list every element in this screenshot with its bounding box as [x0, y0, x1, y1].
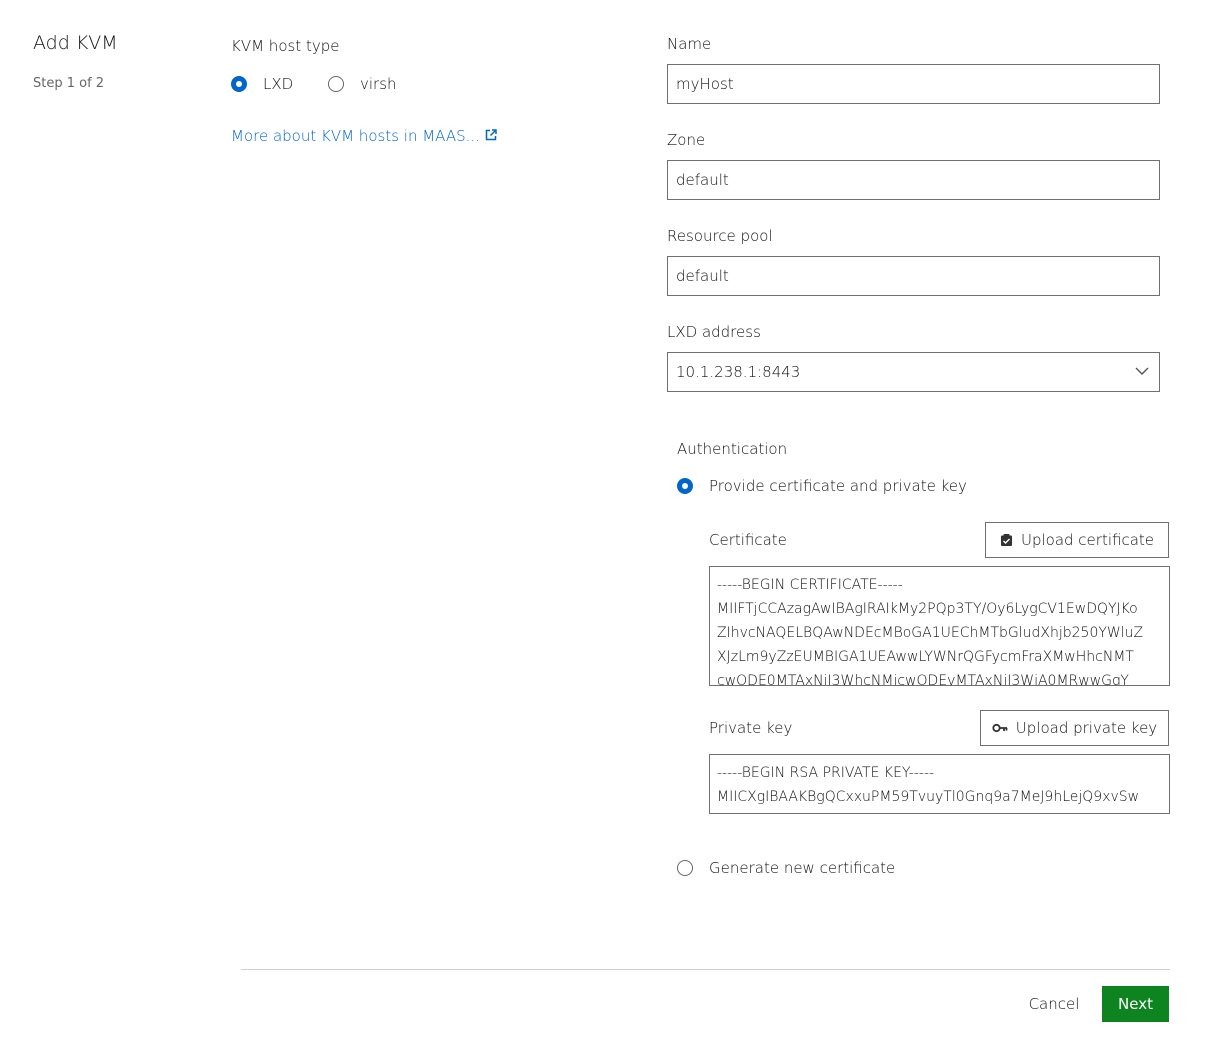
private-key-label: Private key — [709, 719, 793, 737]
authentication-label: Authentication — [677, 440, 788, 458]
host-type-label: KVM host type — [231, 37, 340, 55]
radio-lxd-indicator[interactable] — [231, 76, 247, 92]
certificate-textarea[interactable]: -----BEGIN CERTIFICATE----- MIIFTjCCAzag… — [709, 566, 1170, 686]
zone-input[interactable]: default — [667, 160, 1160, 200]
radio-generate-cert-indicator[interactable] — [677, 860, 693, 876]
resource-pool-label: Resource pool — [667, 227, 773, 245]
page-title: Add KVM — [33, 32, 118, 54]
certificate-label: Certificate — [709, 531, 787, 549]
zone-label: Zone — [667, 131, 706, 149]
cancel-button[interactable]: Cancel — [1016, 986, 1092, 1022]
chevron-down-icon — [1135, 367, 1149, 375]
upload-certificate-button[interactable]: Upload certificate — [985, 522, 1169, 558]
radio-virsh-indicator[interactable] — [328, 76, 344, 92]
radio-provide-cert-label[interactable]: Provide certificate and private key — [709, 477, 967, 495]
next-button[interactable]: Next — [1102, 986, 1169, 1022]
radio-provide-cert-indicator[interactable] — [677, 478, 693, 494]
certificate-icon — [1000, 533, 1012, 546]
lxd-address-select[interactable]: 10.1.238.1:8443 — [667, 352, 1160, 392]
more-about-kvm-link[interactable]: More about KVM hosts in MAAS... — [231, 127, 497, 145]
name-input[interactable]: myHost — [667, 64, 1160, 104]
private-key-textarea[interactable]: -----BEGIN RSA PRIVATE KEY----- MIICXgIB… — [709, 754, 1170, 814]
external-link-icon — [485, 129, 497, 141]
resource-pool-input[interactable]: default — [667, 256, 1160, 296]
step-indicator: Step 1 of 2 — [33, 76, 105, 91]
upload-private-key-button[interactable]: Upload private key — [980, 710, 1169, 746]
footer-divider — [241, 969, 1170, 970]
radio-generate-cert-label[interactable]: Generate new certificate — [709, 859, 895, 877]
name-label: Name — [667, 35, 712, 53]
key-icon — [992, 723, 1008, 733]
radio-lxd-label[interactable]: LXD — [263, 75, 293, 93]
upload-private-key-label[interactable]: Upload private key — [1016, 719, 1157, 737]
radio-virsh-label[interactable]: virsh — [360, 75, 397, 93]
upload-certificate-label[interactable]: Upload certificate — [1021, 531, 1154, 549]
more-about-kvm-link-text[interactable]: More about KVM hosts in MAAS... — [231, 127, 480, 145]
lxd-address-value: 10.1.238.1:8443 — [676, 363, 801, 381]
lxd-address-label: LXD address — [667, 323, 761, 341]
